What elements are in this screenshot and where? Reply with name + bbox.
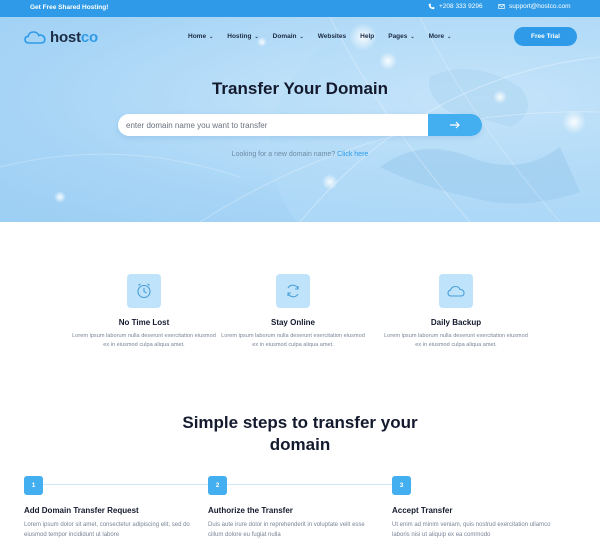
chevron-down-icon: ⌄ xyxy=(299,33,304,40)
feature-title: Stay Online xyxy=(270,318,315,327)
step-title: Add Domain Transfer Request xyxy=(24,506,139,515)
phone-icon xyxy=(428,3,435,10)
step-number-badge: 2 xyxy=(208,476,227,495)
arrow-right-icon xyxy=(450,121,460,129)
step-description: Ut enim ad minim veniam, quis nostrud ex… xyxy=(392,522,551,538)
step-title: Accept Transfer xyxy=(392,506,453,515)
step-description: Lorem ipsum dolor sit amet, consectetur … xyxy=(24,522,190,538)
feature-description: Lorem ipsum laborum nulla deserunt exerc… xyxy=(221,333,365,348)
hostco-logo[interactable]: hostco xyxy=(24,29,98,46)
nav-item-websites[interactable]: Websites xyxy=(318,33,346,40)
mail-icon xyxy=(498,4,505,9)
free-trial-button[interactable]: Free Trial xyxy=(514,27,577,46)
feature-no-time-lost: No Time Lost Lorem ipsum laborum nulla d… xyxy=(64,274,224,350)
chevron-down-icon: ⌄ xyxy=(254,33,259,40)
chevron-down-icon: ⌄ xyxy=(447,33,452,40)
email-contact[interactable]: support@hostco.com xyxy=(498,3,571,10)
clock-icon xyxy=(127,274,161,308)
phone-contact[interactable]: +208 333 9296 xyxy=(428,3,483,10)
domain-search-bar xyxy=(118,114,482,136)
nav-item-domain[interactable]: Domain ⌄ xyxy=(273,33,304,40)
feature-description: Lorem ipsum laborum nulla deserunt exerc… xyxy=(72,333,216,348)
step-number-badge: 3 xyxy=(392,476,411,495)
click-here-link[interactable]: Click here xyxy=(337,151,368,158)
step-title: Authorize the Transfer xyxy=(208,506,293,515)
step-accept-transfer: Accept Transfer Ut enim ad minim veniam,… xyxy=(392,506,562,540)
feature-stay-online: Stay Online Lorem ipsum laborum nulla de… xyxy=(213,274,373,350)
page-title: Transfer Your Domain xyxy=(211,79,389,98)
feature-daily-backup: Daily Backup Lorem ipsum laborum nulla d… xyxy=(376,274,536,350)
nav-item-home[interactable]: Home ⌄ xyxy=(188,33,213,40)
steps-section-title: Simple steps to transfer your domain xyxy=(182,413,418,454)
top-bar: Get Free Shared Hosting! +208 333 9296 s… xyxy=(0,0,600,17)
chevron-down-icon: ⌄ xyxy=(209,33,214,40)
step-number-badge: 1 xyxy=(24,476,43,495)
email-address: support@hostco.com xyxy=(509,3,571,10)
feature-description: Lorem ipsum laborum nulla deserunt exerc… xyxy=(384,333,528,348)
phone-number: +208 333 9296 xyxy=(439,3,483,10)
new-domain-hint: Looking for a new domain name? Click her… xyxy=(231,151,369,158)
brand-name: hostco xyxy=(50,29,98,46)
search-submit-button[interactable] xyxy=(428,114,482,136)
nav-item-pages[interactable]: Pages ⌄ xyxy=(388,33,414,40)
cloud-icon xyxy=(439,274,473,308)
step-add-domain-transfer-request: Add Domain Transfer Request Lorem ipsum … xyxy=(24,506,194,540)
step-description: Duis aute irure dolor in reprehenderit i… xyxy=(208,522,365,538)
refresh-icon xyxy=(276,274,310,308)
chevron-down-icon: ⌄ xyxy=(410,33,415,40)
nav-item-hosting[interactable]: Hosting ⌄ xyxy=(227,33,258,40)
main-nav: Home ⌄ Hosting ⌄ Domain ⌄ Websites Help Pag… xyxy=(188,33,465,40)
step-authorize-the-transfer: Authorize the Transfer Duis aute irure d… xyxy=(208,506,378,540)
promo-text: Get Free Shared Hosting! xyxy=(30,4,109,11)
domain-search-input[interactable] xyxy=(118,114,428,136)
cloud-logo-icon xyxy=(24,31,46,44)
nav-item-help[interactable]: Help xyxy=(360,33,374,40)
nav-item-more[interactable]: More ⌄ xyxy=(429,33,452,40)
feature-title: Daily Backup xyxy=(430,318,482,327)
feature-title: No Time Lost xyxy=(118,318,170,327)
hero-section: hostco Home ⌄ Hosting ⌄ Domain ⌄ Websites H… xyxy=(0,17,600,222)
